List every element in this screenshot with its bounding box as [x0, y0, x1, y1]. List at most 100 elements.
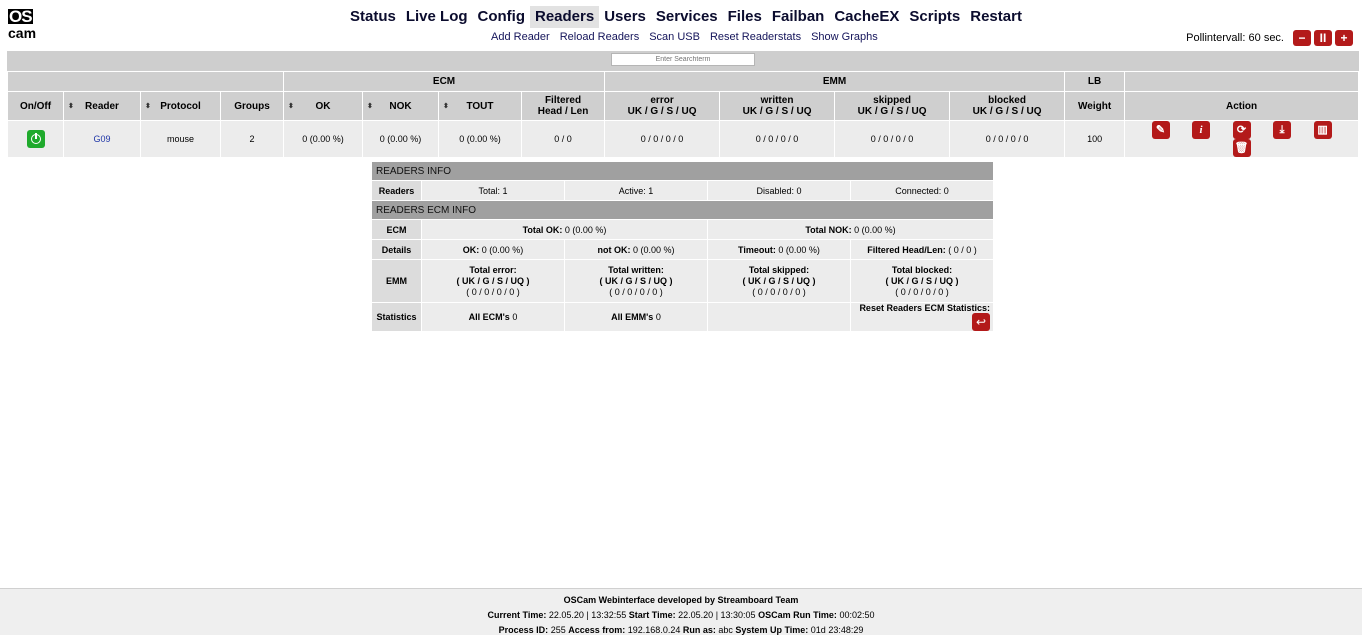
poll-label: Pollintervall:	[1186, 32, 1246, 44]
readers-info-table: READERS INFO Readers Total: 1 Active: 1 …	[371, 161, 994, 332]
ecm-group-header: ECM	[284, 72, 605, 91]
nav-readers[interactable]: Readers	[530, 6, 600, 28]
reader-groups: 2	[221, 121, 283, 157]
reader-emm-blocked: 0 / 0 / 0 / 0	[950, 121, 1065, 157]
poll-unit: sec.	[1263, 32, 1284, 44]
col-action: Action	[1125, 92, 1358, 120]
emm-total-skipped: Total skipped:( UK / G / S / UQ )( 0 / 0…	[708, 260, 850, 302]
sort-icon: ⬍	[443, 103, 449, 110]
footer-credits: OSCam Webinterface developed by Streambo…	[563, 595, 799, 605]
col-weight: Weight	[1065, 92, 1125, 120]
lb-group-header: LB	[1065, 72, 1125, 91]
col-emm-skipped: skipped UK / G / S / UQ	[835, 92, 950, 120]
main-nav: Status Live Log Config Readers Users Ser…	[345, 6, 1027, 28]
reader-actions: ✎ i ⟳ ⤓ ▥ 🗑	[1125, 121, 1358, 157]
statistics-label: Statistics	[372, 303, 421, 331]
sort-icon: ⬍	[145, 103, 151, 110]
add-reader-link[interactable]: Add Reader	[486, 31, 555, 43]
col-emm-blocked: blocked UK / G / S / UQ	[950, 92, 1065, 120]
search-input[interactable]	[611, 53, 755, 66]
sort-icon: ⬍	[367, 103, 373, 110]
total-nok: Total NOK: 0 (0.00 %)	[708, 220, 993, 239]
reload-readers-link[interactable]: Reload Readers	[555, 31, 645, 43]
col-nok[interactable]: ⬍ NOK	[363, 92, 438, 120]
col-reader[interactable]: ⬍ Reader	[64, 92, 140, 120]
logo-text-cam: cam	[8, 25, 37, 41]
power-toggle-icon[interactable]	[26, 130, 45, 148]
nav-files[interactable]: Files	[723, 6, 767, 28]
footer-times: Current Time: 22.05.20 | 13:32:55 Start …	[487, 610, 875, 620]
details-timeout: Timeout: 0 (0.00 %)	[708, 240, 850, 259]
details-not-ok: not OK: 0 (0.00 %)	[565, 240, 707, 259]
reader-emm-skipped: 0 / 0 / 0 / 0	[835, 121, 950, 157]
refresh-icon[interactable]: ⟳	[1232, 121, 1251, 139]
emm-group-header: EMM	[605, 72, 1065, 91]
nav-services[interactable]: Services	[651, 6, 723, 28]
emm-total-error: Total error:( UK / G / S / UQ )( 0 / 0 /…	[422, 260, 564, 302]
download-icon[interactable]: ⤓	[1273, 121, 1292, 139]
reader-weight: 100	[1065, 121, 1125, 157]
poll-interval: Pollintervall: 60 sec. − II +	[1186, 30, 1353, 46]
poll-value: 60	[1248, 32, 1261, 44]
emm-label: EMM	[372, 260, 421, 302]
nav-status[interactable]: Status	[345, 6, 401, 28]
sort-icon: ⬍	[288, 103, 294, 110]
footer-process: Process ID: 255 Access from: 192.168.0.2…	[498, 625, 864, 635]
scan-usb-link[interactable]: Scan USB	[644, 31, 705, 43]
nav-failban[interactable]: Failban	[767, 6, 830, 28]
reader-name-link[interactable]: G09	[93, 134, 110, 144]
nav-live-log[interactable]: Live Log	[401, 6, 473, 28]
sort-icon: ⬍	[68, 103, 74, 110]
emm-total-written: Total written:( UK / G / S / UQ )( 0 / 0…	[565, 260, 707, 302]
col-ok[interactable]: ⬍ OK	[284, 92, 362, 120]
poll-decrease-button[interactable]: −	[1293, 30, 1311, 46]
nav-users[interactable]: Users	[599, 6, 651, 28]
all-ecms: All ECM's 0	[422, 303, 564, 331]
readers-connected: Connected: 0	[851, 181, 993, 200]
reset-stats: Reset Readers ECM Statistics: ↩	[851, 303, 993, 331]
info-icon[interactable]: i	[1192, 121, 1211, 139]
total-ok: Total OK: 0 (0.00 %)	[422, 220, 707, 239]
details-filtered: Filtered Head/Len: ( 0 / 0 )	[851, 240, 993, 259]
nav-config[interactable]: Config	[473, 6, 530, 28]
logo-text-os: OS	[8, 7, 33, 26]
reset-icon[interactable]: ↩	[972, 313, 990, 331]
reader-nok: 0 (0.00 %)	[363, 121, 438, 157]
oscam-logo[interactable]: OS cam	[8, 7, 40, 41]
reader-protocol: mouse	[141, 121, 220, 157]
poll-pause-button[interactable]: II	[1314, 30, 1332, 46]
table-row: G09 mouse 2 0 (0.00 %) 0 (0.00 %) 0 (0.0…	[8, 121, 1358, 157]
col-protocol[interactable]: ⬍ Protocol	[141, 92, 220, 120]
column-header-row: On/Off ⬍ Reader ⬍ Protocol Groups ⬍ OK ⬍ NOK…	[8, 92, 1358, 120]
footer: OSCam Webinterface developed by Streambo…	[0, 588, 1362, 635]
col-emm-written: written UK / G / S / UQ	[720, 92, 835, 120]
stats-icon[interactable]: ▥	[1313, 121, 1332, 139]
group-header-row: ECM EMM LB	[8, 72, 1358, 91]
poll-increase-button[interactable]: +	[1335, 30, 1353, 46]
col-filtered: Filtered Head / Len	[522, 92, 605, 120]
details-label: Details	[372, 240, 421, 259]
all-emms: All EMM's 0	[565, 303, 707, 331]
search-bar	[7, 51, 1359, 71]
delete-icon[interactable]: 🗑	[1232, 139, 1251, 157]
details-ok: OK: 0 (0.00 %)	[422, 240, 564, 259]
readers-label: Readers	[372, 181, 421, 200]
col-tout[interactable]: ⬍ TOUT	[439, 92, 521, 120]
reader-filtered: 0 / 0	[522, 121, 605, 157]
reader-ok: 0 (0.00 %)	[284, 121, 362, 157]
readers-total: Total: 1	[422, 181, 564, 200]
readers-active: Active: 1	[565, 181, 707, 200]
nav-restart[interactable]: Restart	[965, 6, 1027, 28]
nav-scripts[interactable]: Scripts	[904, 6, 965, 28]
col-emm-error: error UK / G / S / UQ	[605, 92, 720, 120]
nav-cacheex[interactable]: CacheEX	[829, 6, 904, 28]
show-graphs-link[interactable]: Show Graphs	[806, 31, 883, 43]
reset-readerstats-link[interactable]: Reset Readerstats	[705, 31, 806, 43]
edit-icon[interactable]: ✎	[1151, 121, 1170, 139]
readers-ecm-info-header: READERS ECM INFO	[372, 201, 993, 219]
readers-disabled: Disabled: 0	[708, 181, 850, 200]
reader-emm-error: 0 / 0 / 0 / 0	[605, 121, 720, 157]
col-groups: Groups	[221, 92, 283, 120]
ecm-label: ECM	[372, 220, 421, 239]
emm-total-blocked: Total blocked:( UK / G / S / UQ )( 0 / 0…	[851, 260, 993, 302]
